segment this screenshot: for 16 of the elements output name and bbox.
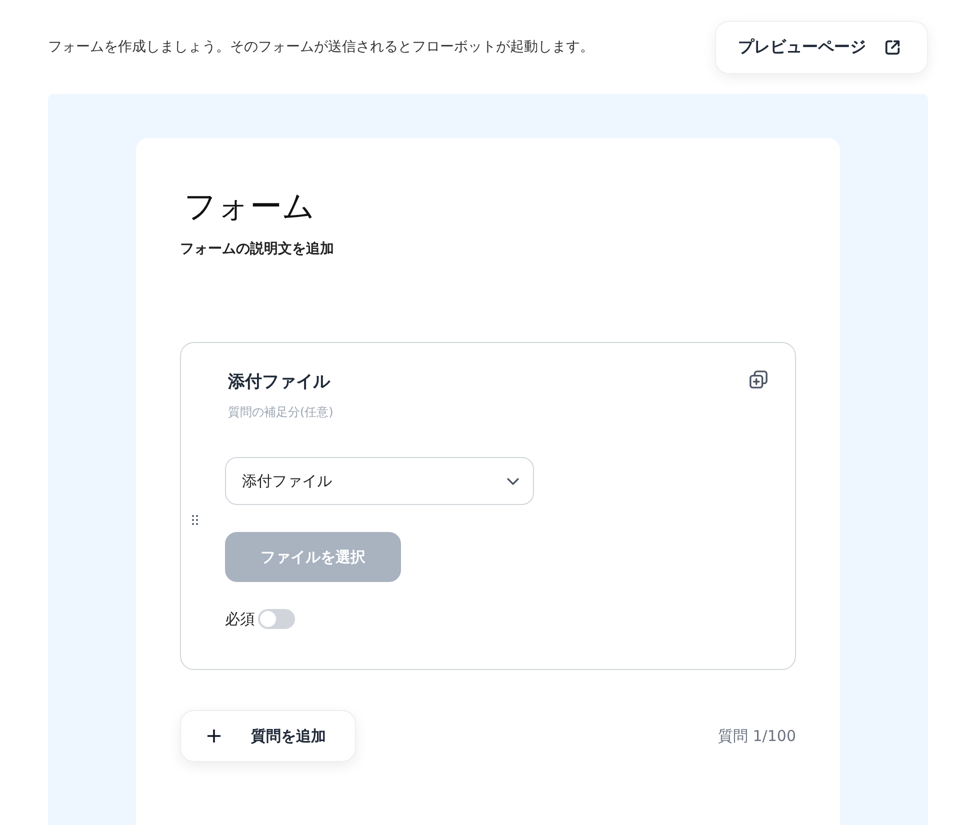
intro-text: フォームを作成しましょう。そのフォームが送信されるとフローボットが起動します。 bbox=[48, 38, 594, 56]
chevron-down-icon bbox=[507, 478, 519, 484]
preview-button[interactable]: プレビューページ bbox=[715, 20, 928, 74]
duplicate-icon[interactable] bbox=[749, 370, 768, 389]
external-link-icon bbox=[884, 38, 901, 56]
required-label: 必須 bbox=[225, 610, 255, 628]
question-title: 添付ファイル bbox=[228, 371, 330, 394]
required-toggle[interactable] bbox=[258, 609, 295, 629]
form-title: フォーム bbox=[184, 186, 315, 226]
plus-icon bbox=[207, 729, 221, 743]
question-description-field[interactable]: 質問の補足分(任意) bbox=[228, 403, 428, 421]
question-type-select[interactable]: 添付ファイル bbox=[225, 457, 534, 505]
question-count: 質問 1/100 bbox=[718, 726, 796, 746]
form-description: フォームの説明文を追加 bbox=[180, 240, 334, 258]
drag-handle-icon[interactable] bbox=[192, 515, 198, 525]
add-question-button[interactable]: 質問を追加 bbox=[180, 710, 356, 762]
